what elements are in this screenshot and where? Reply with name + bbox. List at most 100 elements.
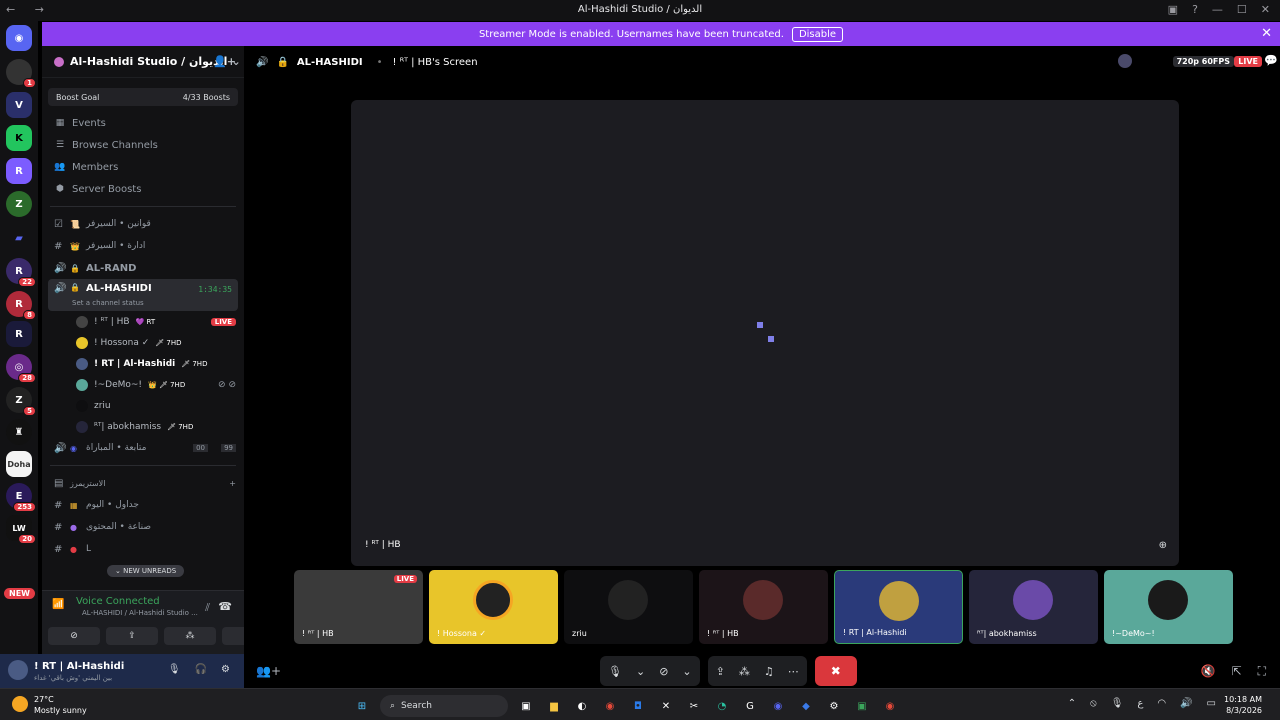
avatar[interactable] — [1118, 54, 1132, 68]
server-icon[interactable]: K — [6, 125, 32, 151]
channel-l[interactable]: # ● L — [42, 538, 244, 560]
invite-user-icon[interactable]: 👤+ — [213, 55, 236, 68]
roblox-icon[interactable]: ◆ — [796, 696, 816, 716]
gear-icon[interactable]: ⚙ — [221, 664, 230, 675]
discord-icon[interactable]: ◉ — [768, 696, 788, 716]
chevron-down-icon[interactable]: ⌄ — [636, 665, 645, 678]
voice-user[interactable]: ᴿᵀ| abokhamiss 🗡 7HD — [42, 416, 244, 437]
server-icon[interactable]: Z — [6, 191, 32, 217]
participant-tile[interactable]: ! Hossona ✓ — [429, 570, 558, 644]
app-icon[interactable]: ▣ — [852, 696, 872, 716]
microphone-icon[interactable]: 🎙 — [608, 665, 622, 678]
voice-user[interactable]: ! Hossona ✓ 🗡 7HD — [42, 332, 244, 353]
capcut-icon[interactable]: ✂ — [684, 696, 704, 716]
chevron-up-icon[interactable]: ⌃ — [1068, 698, 1076, 709]
share-screen-icon[interactable]: ⇪ — [716, 665, 725, 678]
fullscreen-icon[interactable]: ⛶ — [1258, 664, 1266, 679]
more-icon[interactable]: ⋯ — [788, 665, 799, 678]
share-screen-button[interactable]: ⇪ — [106, 627, 158, 645]
avatar[interactable] — [8, 660, 28, 680]
taskbar-search[interactable]: ⌕ Search — [380, 695, 508, 717]
participant-tile[interactable]: ᴿᵀ| abokhamiss — [969, 570, 1098, 644]
windows-start-icon[interactable]: ⊞ — [352, 696, 372, 716]
mute-stream-icon[interactable]: 🔇 — [1201, 664, 1216, 679]
maximize-icon[interactable]: ☐ — [1237, 3, 1247, 16]
server-header[interactable]: Al-Hashidi Studio / الديوان ⌄ 👤+ — [42, 46, 244, 78]
server-icon[interactable]: R — [6, 321, 32, 347]
participant-tile[interactable]: !~DeMo~! — [1104, 570, 1233, 644]
help-icon[interactable]: ? — [1192, 3, 1198, 16]
minimize-icon[interactable]: — — [1212, 3, 1223, 16]
noise-suppression-icon[interactable]: ⫽ — [205, 601, 210, 615]
stream-viewer[interactable]: ! ᴿᵀ | HB ⊕ — [351, 100, 1179, 566]
server-icon[interactable]: R — [6, 158, 32, 184]
participant-tile[interactable]: ! ᴿᵀ | HB — [699, 570, 828, 644]
wifi-icon[interactable]: ◠ — [1157, 698, 1166, 709]
server-icon[interactable]: ♜ — [6, 419, 32, 445]
voice-user[interactable]: ! ᴿᵀ | HB 💜 RT LIVE — [42, 311, 244, 332]
app-icon[interactable]: G — [740, 696, 760, 716]
boost-goal[interactable]: Boost Goal 4/33 Boosts — [48, 88, 238, 106]
server-icon[interactable]: Doha — [6, 451, 32, 477]
channel-rules[interactable]: ☑ 📜 قوانين • السيرفر — [42, 213, 244, 235]
edge-icon[interactable]: ◔ — [712, 696, 732, 716]
activities-button[interactable]: ⁂ — [164, 627, 216, 645]
clock[interactable]: 10:18 AM 8/3/2026 — [1224, 694, 1262, 716]
close-icon[interactable]: ✕ — [1261, 3, 1270, 16]
volume-icon[interactable]: 🔊 — [1180, 698, 1192, 709]
notifications-off-icon[interactable]: ⦸ — [1090, 698, 1097, 709]
file-explorer-icon[interactable]: ▆ — [544, 696, 564, 716]
channel-match[interactable]: 🔊 ◉ متابعة • المباراة 00 99 — [42, 437, 244, 459]
server-icon[interactable]: 1 — [6, 59, 36, 88]
disable-button[interactable]: Disable — [791, 26, 844, 42]
category-streamers[interactable]: ▤ الاستريمرز + — [42, 472, 244, 494]
activities-icon[interactable]: ⁂ — [739, 665, 750, 678]
chrome-icon[interactable]: ◉ — [600, 696, 620, 716]
channel-schedule[interactable]: # ▦ جداول • اليوم — [42, 494, 244, 516]
participant-tile[interactable]: zriu — [564, 570, 693, 644]
channel-al-hashidi[interactable]: 🔊 🔒 AL-HASHIDI 1:34:35 Set a channel status — [48, 279, 238, 311]
server-icon[interactable]: ◎ 28 — [6, 354, 36, 383]
participant-tile[interactable]: LIVE! ᴿᵀ | HB — [294, 570, 423, 644]
disconnect-icon[interactable]: ☎ — [218, 600, 232, 613]
chevron-down-icon[interactable]: ⌄ — [682, 665, 691, 678]
menu-browse-channels[interactable]: ☰ Browse Channels — [42, 134, 244, 156]
microphone-icon[interactable]: 🎙 — [168, 664, 181, 675]
steam-icon[interactable]: ◐ — [572, 696, 592, 716]
camera-off-icon[interactable]: ⊘ — [659, 665, 668, 678]
outlook-icon[interactable]: ◘ — [628, 696, 648, 716]
new-unreads-button[interactable]: ⌄ NEW UNREADS — [107, 565, 185, 577]
camera-off-button[interactable]: ⊘ — [48, 627, 100, 645]
language-indicator[interactable]: ع — [1137, 698, 1143, 709]
soundboard-icon[interactable]: ♫ — [764, 665, 774, 678]
app-icon[interactable]: ⚙ — [824, 696, 844, 716]
channel-status[interactable]: Set a channel status — [72, 299, 144, 307]
add-channel-icon[interactable]: + — [229, 479, 236, 488]
headphones-icon[interactable]: 🎧 — [195, 664, 207, 675]
voice-user[interactable]: !~DeMo~! 👑 🗡 7HD ⊘ ⊘ — [42, 374, 244, 395]
task-view-icon[interactable]: ▣ — [516, 696, 536, 716]
battery-icon[interactable]: ▭ — [1207, 698, 1216, 709]
voice-connected-label[interactable]: Voice Connected — [76, 596, 160, 607]
weather-widget[interactable]: 27°C Mostly sunny — [34, 694, 87, 716]
inbox-icon[interactable]: ▣ — [1168, 3, 1178, 16]
voice-user[interactable]: zriu — [42, 395, 244, 416]
channel-al-rand[interactable]: 🔊 🔒 AL-RAND — [42, 257, 244, 279]
server-icon[interactable]: E 253 — [6, 483, 36, 512]
menu-members[interactable]: 👥 Members — [42, 156, 244, 178]
folder-icon[interactable]: ▰ — [6, 225, 32, 251]
chrome-icon[interactable]: ◉ — [880, 696, 900, 716]
excel-icon[interactable]: ✕ — [656, 696, 676, 716]
menu-server-boosts[interactable]: ⬢ Server Boosts — [42, 178, 244, 200]
server-icon[interactable]: R8 — [6, 291, 36, 320]
server-icon[interactable]: R 22 — [6, 258, 36, 287]
leave-call-button[interactable]: ✖ — [814, 656, 857, 686]
add-people-icon[interactable]: 👥+ — [256, 664, 281, 678]
server-icon[interactable]: V — [6, 92, 32, 118]
banner-close-icon[interactable]: ✕ — [1261, 26, 1272, 41]
menu-events[interactable]: ▦ Events — [42, 112, 244, 134]
stream-quality-badge[interactable]: 720p 60FPS — [1172, 56, 1234, 67]
participant-tile[interactable]: ! RT | Al-Hashidi — [834, 570, 963, 644]
microphone-icon[interactable]: 🎙 — [1111, 698, 1124, 709]
voice-user[interactable]: ! RT | Al-Hashidi 🗡 7HD — [42, 353, 244, 374]
